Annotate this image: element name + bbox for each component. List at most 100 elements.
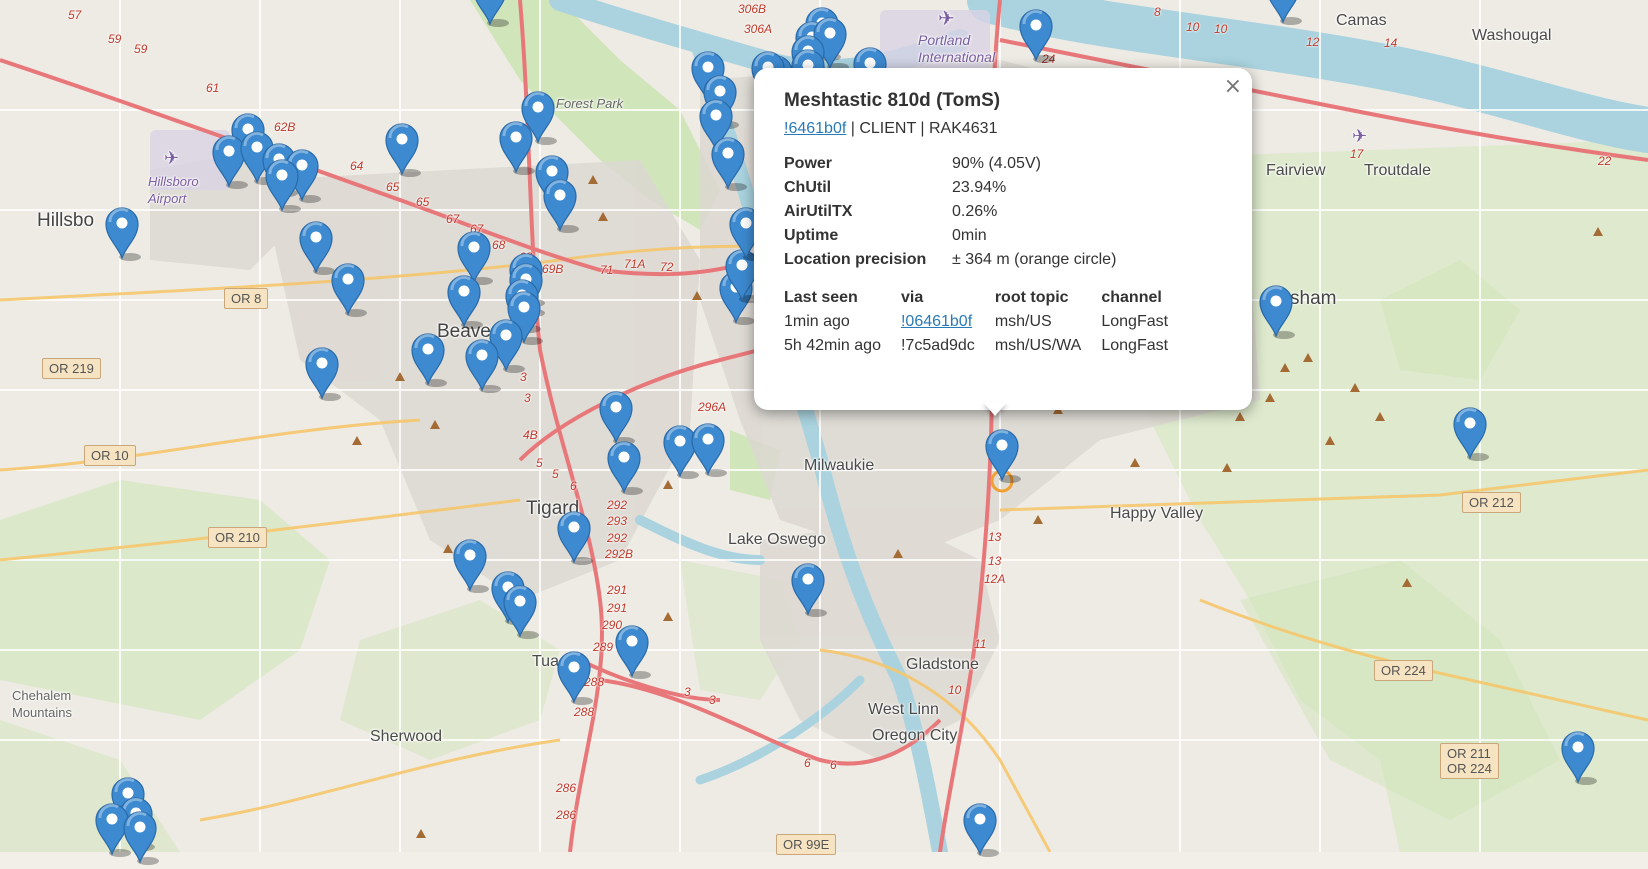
route-number: 286 [556, 781, 577, 795]
route-number: 3 [684, 685, 691, 699]
node-marker[interactable] [556, 508, 593, 565]
node-marker[interactable] [1018, 6, 1055, 63]
table-row: 5h 42min ago !7c5ad9dc msh/US/WA LongFas… [784, 334, 1188, 358]
airport-icon: ✈ [1352, 126, 1368, 146]
place-west-linn: West Linn [868, 701, 939, 718]
route-number: 12A [984, 572, 1006, 586]
route-number: 6 [570, 479, 577, 493]
route-number: 13 [988, 530, 1002, 544]
place-hillsboro: Hillsbo [37, 210, 95, 231]
place-milwaukie: Milwaukie [804, 457, 875, 474]
header-channel: channel [1101, 289, 1162, 306]
node-id-link[interactable]: !6461b0f [784, 120, 846, 137]
stat-value: ± 364 m (orange circle) [952, 251, 1117, 268]
route-number: 22 [1598, 154, 1612, 168]
shield-or8: OR 8 [224, 288, 269, 309]
route-number: 62B [274, 120, 296, 134]
node-marker[interactable] [556, 648, 593, 705]
cell-root-topic: msh/US [994, 313, 1052, 330]
place-happy-valley: Happy Valley [1110, 505, 1204, 522]
route-number: 65 [416, 195, 430, 209]
place-sherwood: Sherwood [370, 728, 443, 745]
popup-role-hardware: | CLIENT | RAK4631 [846, 120, 998, 137]
node-marker[interactable] [606, 438, 643, 495]
route-number: 67 [446, 212, 460, 226]
node-marker[interactable] [710, 134, 747, 191]
route-number: 17 [1350, 147, 1364, 161]
close-icon[interactable]: × [1224, 76, 1242, 98]
route-number: 59 [108, 32, 122, 46]
route-number: 296A [698, 400, 727, 414]
place-gladstone: Gladstone [906, 656, 979, 673]
node-marker[interactable] [472, 0, 509, 27]
node-marker[interactable] [122, 808, 159, 865]
place-hillsboro-airport: Hillsboro Airport [148, 174, 199, 206]
route-number: 288 [574, 705, 595, 719]
node-marker[interactable] [446, 272, 483, 329]
shield-or219: OR 219 [42, 358, 101, 379]
stat-row: AirUtilTX 0.26% [784, 200, 1116, 224]
node-marker[interactable] [452, 536, 489, 593]
stat-value: 0min [952, 227, 987, 244]
node-marker[interactable] [984, 426, 1021, 483]
node-marker[interactable] [1452, 404, 1489, 461]
place-camas: Camas [1336, 12, 1387, 29]
node-marker[interactable] [464, 336, 501, 393]
node-marker[interactable] [298, 218, 335, 275]
node-marker[interactable] [502, 582, 539, 639]
node-marker[interactable] [690, 420, 727, 477]
node-marker[interactable] [498, 118, 535, 175]
via-link[interactable]: !06461b0f [901, 313, 972, 330]
route-number: 13 [988, 554, 1002, 568]
stat-row: ChUtil 23.94% [784, 176, 1116, 200]
stat-key: Location precision [784, 251, 927, 268]
route-number: 14 [1384, 36, 1398, 50]
shield-or10: OR 10 [84, 445, 136, 466]
node-marker[interactable] [384, 120, 421, 177]
cell-last-seen: 5h 42min ago [784, 337, 881, 354]
route-number: 291 [607, 601, 628, 615]
popup-subtitle: !6461b0f | CLIENT | RAK4631 [784, 120, 1222, 138]
stat-key: Power [784, 155, 833, 172]
shield-or211-224: OR 211 OR 224 [1440, 743, 1499, 779]
route-number: 8 [1154, 5, 1161, 19]
route-number: 5 [536, 456, 543, 470]
node-marker[interactable] [264, 156, 301, 213]
route-number: 6 [830, 758, 837, 772]
node-marker[interactable] [614, 622, 651, 679]
route-number: 3 [524, 391, 531, 405]
node-marker[interactable] [542, 176, 579, 233]
node-marker[interactable] [410, 330, 447, 387]
place-gresham: sham [1290, 288, 1337, 309]
node-marker[interactable] [598, 388, 635, 445]
table-row: 1min ago !06461b0f msh/US LongFast [784, 310, 1188, 334]
place-oregon-city: Oregon City [872, 727, 958, 744]
node-marker[interactable] [330, 260, 367, 317]
route-number: 64 [350, 159, 364, 173]
node-marker[interactable] [104, 204, 141, 261]
route-number: 286 [556, 808, 577, 822]
cell-last-seen: 1min ago [784, 313, 850, 330]
route-number: 69B [542, 262, 564, 276]
route-number: 68 [492, 238, 506, 252]
node-popup: × Meshtastic 810d (TomS) !6461b0f | CLIE… [754, 68, 1252, 410]
route-number: 11 [974, 637, 987, 651]
stat-value: 0.26% [952, 203, 998, 220]
route-number: 72 [660, 260, 674, 274]
route-number: 59 [134, 42, 148, 56]
airport-icon: ✈ [938, 8, 955, 30]
route-number: 12 [1306, 35, 1320, 49]
node-marker[interactable] [1560, 728, 1597, 785]
cell-channel: LongFast [1101, 313, 1169, 330]
node-marker[interactable] [790, 560, 827, 617]
route-number: 4B [523, 428, 538, 442]
node-marker[interactable] [1265, 0, 1302, 25]
node-marker[interactable] [304, 344, 341, 401]
route-number: 3 [520, 370, 527, 384]
route-number: 306A [744, 22, 773, 36]
cell-channel: LongFast [1101, 337, 1169, 354]
route-number: 61 [206, 81, 220, 95]
node-marker[interactable] [1258, 282, 1295, 339]
route-number: 71A [624, 257, 646, 271]
node-marker[interactable] [962, 800, 999, 857]
